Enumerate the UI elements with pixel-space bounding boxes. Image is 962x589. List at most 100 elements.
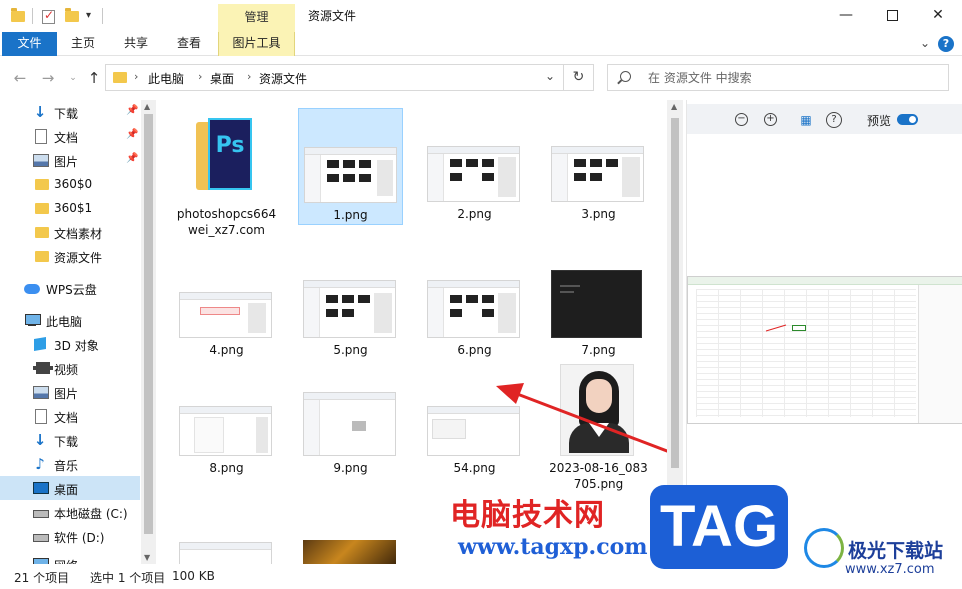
zoom-in-icon[interactable]: + <box>764 113 777 126</box>
sidebar-item-label: 360$1 <box>54 201 93 215</box>
navigation-bar: ← → ⌄ ↑ › 此电脑 › 桌面 › 资源文件 ⌄ ↻ <box>0 56 962 100</box>
quick-access-dropdown-icon[interactable]: ▾ <box>86 7 96 25</box>
sidebar-item-label: 文档 <box>54 131 79 145</box>
chevron-right-icon: › <box>247 70 252 83</box>
grid-layout-icon[interactable]: ▦ <box>797 111 815 129</box>
properties-check-icon[interactable] <box>41 7 57 25</box>
sidebar-item-label: 本地磁盘 (C:) <box>54 507 128 521</box>
preview-image <box>687 276 962 424</box>
sidebar-item-label: 360$0 <box>54 177 93 191</box>
tab-file[interactable]: 文件 <box>2 32 57 56</box>
folder-icon[interactable] <box>10 7 26 25</box>
sidebar-item-desktop[interactable]: 桌面 <box>0 476 140 500</box>
sidebar-item-wps-cloud[interactable]: WPS云盘 <box>0 276 140 300</box>
window-title: 资源文件 <box>308 9 357 23</box>
navigation-pane: ↓ 下载 📌 文档 📌 图片 📌 360$0 360$1 文档素材 资源文件 W… <box>0 100 156 564</box>
close-icon: ✕ <box>932 7 944 23</box>
sidebar-item-drive-d[interactable]: 软件 (D:) <box>0 524 140 548</box>
selected-count: 选中 1 个项目 <box>90 571 166 585</box>
sidebar-item-label: 音乐 <box>54 459 79 473</box>
3d-object-icon <box>32 336 48 352</box>
search-input[interactable] <box>648 69 938 87</box>
sidebar-item-downloads[interactable]: ↓ 下载 📌 <box>0 100 140 124</box>
sidebar-item-360-0[interactable]: 360$0 <box>0 172 140 196</box>
scrollbar-thumb[interactable] <box>671 118 679 468</box>
minimize-button[interactable]: — <box>823 0 869 30</box>
close-button[interactable]: ✕ <box>915 0 961 30</box>
watermark-tag-logo: TAG <box>650 485 788 569</box>
search-box[interactable] <box>607 64 949 91</box>
download-arrow-icon: ↓ <box>33 103 47 121</box>
sidebar-item-pc-downloads[interactable]: ↓ 下载 <box>0 428 140 452</box>
refresh-button[interactable]: ↻ <box>564 64 594 91</box>
sidebar-item-pc-documents[interactable]: 文档 <box>0 404 140 428</box>
sidebar-item-drive-c[interactable]: 本地磁盘 (C:) <box>0 500 140 524</box>
sidebar-item-videos[interactable]: 视频 <box>0 356 140 380</box>
sidebar-item-network[interactable]: 网络 <box>0 552 140 564</box>
pin-icon[interactable]: 📌 <box>126 105 138 116</box>
sidebar-item-label: 桌面 <box>54 483 79 497</box>
sidebar-scrollbar[interactable]: ▲ ▼ <box>141 100 156 564</box>
folder-icon <box>34 248 50 264</box>
sidebar-item-label: 下载 <box>54 107 79 121</box>
preview-label: 预览 <box>867 114 892 128</box>
watermark-url: www.tagxp.com <box>458 534 648 560</box>
preview-toggle[interactable] <box>897 114 918 125</box>
sidebar-item-label: 资源文件 <box>54 251 103 265</box>
refresh-icon: ↻ <box>572 69 585 85</box>
tab-share[interactable]: 共享 <box>115 32 157 56</box>
recent-dropdown-icon[interactable]: ⌄ <box>63 68 83 88</box>
tab-home[interactable]: 主页 <box>62 32 104 56</box>
breadcrumb-this-pc[interactable]: 此电脑 <box>148 70 184 87</box>
scrollbar-thumb[interactable] <box>144 114 153 534</box>
tab-view[interactable]: 查看 <box>168 32 210 56</box>
folder-icon <box>34 224 50 240</box>
desktop-icon <box>32 480 49 496</box>
forward-arrow-icon[interactable]: → <box>38 68 58 88</box>
help-button[interactable]: ? <box>938 36 954 52</box>
breadcrumb-resource-files[interactable]: 资源文件 <box>259 70 307 87</box>
help-circle-icon[interactable]: ? <box>826 112 842 128</box>
scroll-up-icon[interactable]: ▲ <box>671 102 677 111</box>
back-arrow-icon[interactable]: ← <box>10 68 30 88</box>
search-icon <box>620 71 631 82</box>
sidebar-item-label: 文档 <box>54 411 79 425</box>
sidebar-item-label: 文档素材 <box>54 227 103 241</box>
scroll-down-icon[interactable]: ▼ <box>144 553 150 562</box>
maximize-button[interactable] <box>869 0 915 30</box>
sidebar-item-360-1[interactable]: 360$1 <box>0 196 140 220</box>
cloud-icon <box>24 280 40 296</box>
folder-icon <box>34 200 50 216</box>
sidebar-item-resource-files[interactable]: 资源文件 <box>0 244 140 268</box>
video-icon <box>32 360 53 376</box>
sidebar-item-3d-objects[interactable]: 3D 对象 <box>0 332 140 356</box>
watermark-jiguang: 极光下载站 <box>848 540 944 562</box>
title-bar: ▾ 管理 资源文件 — ✕ <box>0 0 962 32</box>
scroll-up-icon[interactable]: ▲ <box>144 102 150 111</box>
pin-icon[interactable]: 📌 <box>126 129 138 140</box>
picture-icon <box>32 384 49 400</box>
sidebar-item-documents[interactable]: 文档 📌 <box>0 124 140 148</box>
up-arrow-icon[interactable]: ↑ <box>84 68 104 88</box>
address-dropdown-icon[interactable]: ⌄ <box>545 69 555 83</box>
sidebar-item-pictures[interactable]: 图片 📌 <box>0 148 140 172</box>
address-bar[interactable]: › 此电脑 › 桌面 › 资源文件 ⌄ <box>105 64 564 91</box>
ribbon-expand-chevron-icon[interactable]: ⌄ <box>920 36 930 50</box>
tab-picture-tools[interactable]: 图片工具 <box>218 32 295 56</box>
sidebar-item-pc-pictures[interactable]: 图片 <box>0 380 140 404</box>
maximize-icon <box>886 9 898 21</box>
new-folder-icon[interactable] <box>64 7 80 25</box>
pin-icon[interactable]: 📌 <box>126 153 138 164</box>
sidebar-item-this-pc[interactable]: 此电脑 <box>0 308 140 332</box>
zoom-out-icon[interactable]: − <box>735 113 748 126</box>
breadcrumb-desktop[interactable]: 桌面 <box>210 70 234 87</box>
sidebar-item-music[interactable]: ♪ 音乐 <box>0 452 140 476</box>
divider <box>102 8 103 24</box>
sidebar-item-label: 图片 <box>54 387 79 401</box>
sidebar-item-label: 下载 <box>54 435 79 449</box>
sidebar-item-doc-materials[interactable]: 文档素材 <box>0 220 140 244</box>
sidebar-item-label: 网络 <box>54 557 78 564</box>
music-note-icon: ♪ <box>35 455 45 473</box>
hard-drive-icon <box>32 504 49 520</box>
divider <box>32 8 33 24</box>
